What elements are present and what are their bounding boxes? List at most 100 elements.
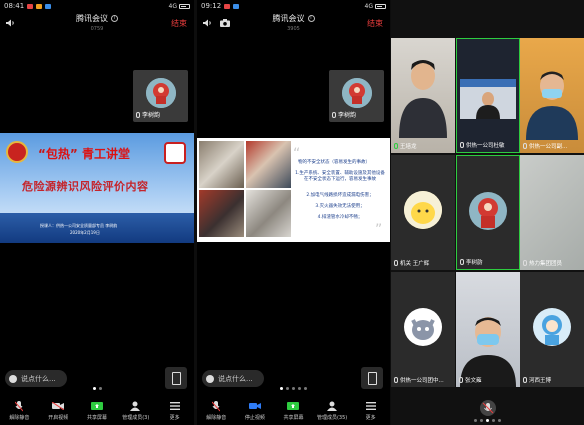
members-icon [326, 401, 337, 411]
rotate-icon[interactable] [361, 367, 383, 389]
participant-video [399, 60, 447, 138]
camera-icon [52, 402, 65, 410]
participant-name: 机关 王广辉 [400, 261, 430, 267]
status-time: 09:12 [201, 2, 222, 10]
comment-input[interactable]: 说点什么... [5, 370, 67, 387]
mic-muted-icon [460, 259, 464, 265]
bottom-toolbar: 解除静音 停止视频 共享屏幕 管理成员(35) 更多 [197, 398, 390, 425]
participant-video [460, 79, 516, 119]
mic-toggle-button[interactable] [480, 400, 496, 416]
slide-photo [199, 190, 244, 237]
shared-slide: “ 物的不安全状态（容易发生的事故） 1.生产系统、安全装置、辅助设施及其他设备… [197, 138, 390, 242]
more-button[interactable]: 更多 [155, 398, 194, 425]
info-icon[interactable]: i [307, 15, 315, 22]
participant-tile[interactable]: 热力集团团员 [520, 155, 584, 270]
participant-tile[interactable]: 供热一公司杜敏 [456, 38, 520, 153]
participant-tile[interactable]: 河西王博 [520, 272, 584, 387]
meeting-title[interactable]: 腾讯会议 i [0, 13, 194, 24]
league-emblem-icon [6, 141, 28, 163]
mic-muted-icon [460, 142, 464, 148]
manage-members-button[interactable]: 管理成员(3) [116, 398, 155, 425]
manage-members-button[interactable]: 管理成员(35) [313, 398, 352, 425]
mic-muted-icon [136, 111, 140, 118]
page-indicator [391, 419, 584, 422]
emoji-icon [206, 374, 214, 383]
status-time: 08:41 [4, 2, 25, 10]
mic-icon [482, 402, 494, 414]
participant-name: 李树韵 [338, 112, 357, 119]
rotate-icon[interactable] [165, 367, 187, 389]
participant-tile[interactable]: 供热一公司团中... [391, 272, 455, 387]
meeting-screen-left: 08:41 4G 腾讯会议 i 0759 结束 李树韵 “包热” 青工讲堂 危险源… [0, 0, 194, 425]
meeting-id: 0759 [90, 26, 104, 32]
self-video-tile[interactable]: 李树韵 [329, 70, 384, 122]
app-title: 腾讯会议 [272, 14, 305, 23]
avatar [533, 308, 571, 346]
more-button[interactable]: 更多 [351, 398, 390, 425]
participant-name: 王培龙 [400, 144, 417, 150]
comment-input[interactable]: 说点什么... [202, 370, 264, 387]
mic-muted-icon [523, 377, 527, 383]
battery-icon [375, 3, 386, 9]
participant-tile[interactable]: 机关 王广辉 [391, 155, 455, 270]
slide-item: 3.灭火器失效无法使用； [315, 204, 365, 209]
page-indicator [197, 387, 390, 390]
meeting-title-bar: 腾讯会议 i 3905 [197, 13, 390, 35]
video-grid: 王培龙 供热一公司杜敏 供热一公司副... 机关 王广辉 李树韵 热力集团团员 … [391, 38, 584, 393]
notification-icon [27, 3, 34, 9]
slide-photo [246, 190, 291, 237]
mic-muted-icon [523, 260, 527, 266]
unmute-button[interactable]: 解除静音 [0, 398, 39, 425]
stop-video-button[interactable]: 停止视频 [236, 398, 275, 425]
share-screen-button[interactable]: 共享屏幕 [274, 398, 313, 425]
mic-muted-icon [332, 111, 336, 118]
participant-name: 河西王博 [529, 378, 552, 384]
participant-tile[interactable]: 王培龙 [391, 38, 455, 153]
share-screen-icon [90, 401, 103, 410]
slide-photo [246, 141, 291, 188]
mic-muted-icon [459, 377, 463, 383]
avatar [404, 308, 442, 346]
slide-date: 2020年2月19日 [70, 230, 100, 235]
share-screen-button[interactable]: 共享屏幕 [78, 398, 117, 425]
mic-icon [15, 400, 24, 411]
mic-muted-icon [523, 143, 527, 149]
participant-tile[interactable]: 张文雍 [456, 272, 520, 387]
slide-item: 4.排渣管水冷却不畅； [317, 215, 363, 220]
meeting-title-bar: 腾讯会议 i 0759 [0, 13, 194, 35]
slide-subtitle: 危险源辨识风险评价内容 [22, 180, 149, 193]
slide-heading: 物的不安全状态（容易发生的事故） [298, 160, 370, 165]
end-meeting-button[interactable]: 结束 [367, 18, 383, 29]
participant-tile[interactable]: 李树韵 [456, 155, 520, 270]
slide-item: 1.生产系统、安全装置、辅助设施及其他设备在不安全状态下运行，容易发生事故 [295, 171, 385, 182]
mic-muted-icon [394, 377, 398, 383]
battery-icon [179, 3, 190, 9]
mic-muted-icon [394, 260, 398, 266]
self-video-tile[interactable]: 李树韵 [133, 70, 188, 122]
bottom-toolbar: 解除静音 开启视频 共享屏幕 管理成员(3) 更多 [0, 398, 194, 425]
slide-photos [199, 141, 291, 237]
company-logo-icon [164, 142, 186, 164]
unmute-button[interactable]: 解除静音 [197, 398, 236, 425]
start-video-button[interactable]: 开启视频 [39, 398, 78, 425]
app-title: 腾讯会议 [76, 14, 108, 23]
slide-title: “包热” 青工讲堂 [38, 147, 130, 161]
mic-icon [212, 400, 221, 411]
participant-gallery: 王培龙 供热一公司杜敏 供热一公司副... 机关 王广辉 李树韵 热力集团团员 … [391, 0, 584, 425]
end-meeting-button[interactable]: 结束 [171, 18, 187, 29]
more-icon [169, 402, 180, 410]
status-bar: 08:41 4G [0, 0, 194, 12]
participant-name: 李树韵 [466, 260, 483, 266]
avatar [341, 78, 372, 108]
participant-tile[interactable]: 供热一公司副... [520, 38, 584, 153]
info-icon[interactable]: i [111, 15, 118, 22]
members-icon [130, 401, 141, 411]
page-indicator [0, 387, 194, 390]
participant-video [526, 71, 578, 140]
meeting-title[interactable]: 腾讯会议 i [197, 13, 390, 24]
slide-photo [199, 141, 244, 188]
notification-icon [224, 3, 231, 9]
avatar [404, 191, 442, 229]
status-bar: 09:12 4G [197, 0, 390, 12]
participant-name: 李树韵 [142, 112, 161, 119]
